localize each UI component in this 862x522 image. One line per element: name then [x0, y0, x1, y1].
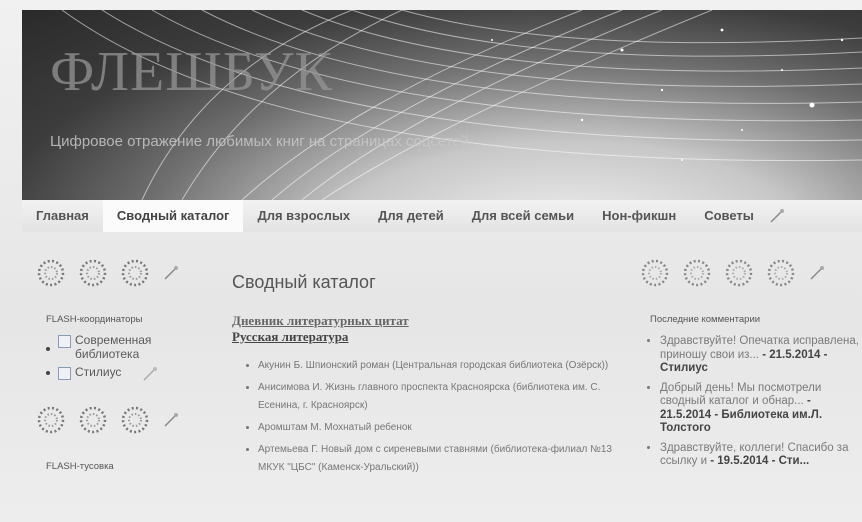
list-item[interactable]: Современная библиотека [46, 333, 196, 361]
dotted-circle-icon [641, 259, 669, 287]
site-tagline: Цифровое отражение любимых книг на стран… [50, 133, 470, 150]
right-sidebar: Последние комментарии Здравствуйте! Опеч… [640, 250, 862, 475]
dotted-circle-icon [683, 259, 711, 287]
comment-item[interactable]: Здравствуйте! Опечатка исправлена, прино… [660, 335, 862, 376]
magic-wand-icon[interactable] [808, 264, 826, 282]
dotted-circle-icon [79, 259, 107, 287]
list-item[interactable]: Акунин Б. Шпионский роман (Центральная г… [258, 357, 612, 375]
list-item[interactable]: Стилиус [46, 365, 196, 383]
dotted-circle-icon [37, 406, 65, 434]
book-list: Акунин Б. Шпионский роман (Центральная г… [222, 357, 612, 477]
dotted-circle-icon [37, 259, 65, 287]
magic-wand-icon[interactable] [162, 264, 180, 282]
comment-item[interactable]: Добрый день! Мы посмотрели сводный катал… [660, 382, 862, 436]
nav-item-home[interactable]: Главная [22, 200, 103, 232]
comment-item[interactable]: Здравствуйте, коллеги! Спасибо за ссылку… [660, 442, 862, 469]
dotted-circles-row [36, 397, 196, 443]
nav-item-family[interactable]: Для всей семьи [458, 200, 588, 232]
main-nav: Главная Сводный каталог Для взрослых Для… [22, 200, 862, 232]
list-item[interactable]: Артемьева Г. Новый дом с сиреневыми став… [258, 441, 612, 477]
comment-meta: - 19.5.2014 - Сти... [710, 455, 810, 467]
facebook-icon [58, 335, 71, 348]
dotted-circles-row [36, 250, 196, 296]
dotted-circles-row [640, 250, 862, 296]
page-title: Сводный каталог [232, 272, 376, 292]
main-content: Сводный каталог Дневник литературных цит… [222, 260, 612, 481]
widget-title-party: FLASH-тусовка [46, 461, 114, 472]
widget-title-coordinators: FLASH-координаторы [46, 314, 143, 325]
comment-text[interactable]: Здравствуйте! Опечатка исправлена, прино… [660, 335, 859, 361]
dotted-circle-icon [767, 259, 795, 287]
dotted-circle-icon [79, 406, 107, 434]
dotted-circle-icon [121, 406, 149, 434]
nav-item-nonfiction[interactable]: Нон-фикшн [588, 200, 690, 232]
nav-item-tips[interactable]: Советы [690, 200, 768, 232]
link-modern-library[interactable]: Современная библиотека [75, 333, 196, 361]
facebook-icon [58, 367, 71, 380]
comments-list: Здравствуйте! Опечатка исправлена, прино… [640, 335, 862, 469]
nav-item-children[interactable]: Для детей [364, 200, 458, 232]
comment-text[interactable]: Добрый день! Мы посмотрели сводный катал… [660, 382, 821, 408]
list-item[interactable]: Анисимова И. Жизнь главного проспекта Кр… [258, 379, 612, 415]
dotted-circle-icon [725, 259, 753, 287]
page: ФЛЕШБУК Цифровое отражение любимых книг … [0, 0, 862, 522]
header-banner: ФЛЕШБУК Цифровое отражение любимых книг … [22, 10, 862, 200]
starfield-rays-decoration [61, 10, 862, 200]
nav-item-adults[interactable]: Для взрослых [243, 200, 364, 232]
bullet [46, 347, 50, 351]
widget-title-recent-comments: Последние комментарии [650, 314, 761, 325]
magic-wand-icon[interactable] [162, 411, 180, 429]
link-stilius[interactable]: Стилиус [75, 365, 121, 379]
list-item[interactable]: Аромштам М. Мохнатый ребенок [258, 419, 612, 437]
bullet [46, 371, 50, 375]
nav-item-catalog[interactable]: Сводный каталог [102, 200, 244, 232]
magic-wand-icon[interactable] [768, 207, 786, 225]
site-title[interactable]: ФЛЕШБУК [50, 40, 333, 104]
coordinators-list: Современная библиотека Стилиус [36, 333, 196, 383]
subcategory-link[interactable]: Русская литература [232, 329, 612, 345]
dotted-circle-icon [121, 259, 149, 287]
magic-wand-icon[interactable] [141, 365, 159, 383]
left-sidebar: FLASH-координаторы Современная библиотек… [36, 250, 196, 480]
category-link[interactable]: Дневник литературных цитат [232, 313, 612, 329]
